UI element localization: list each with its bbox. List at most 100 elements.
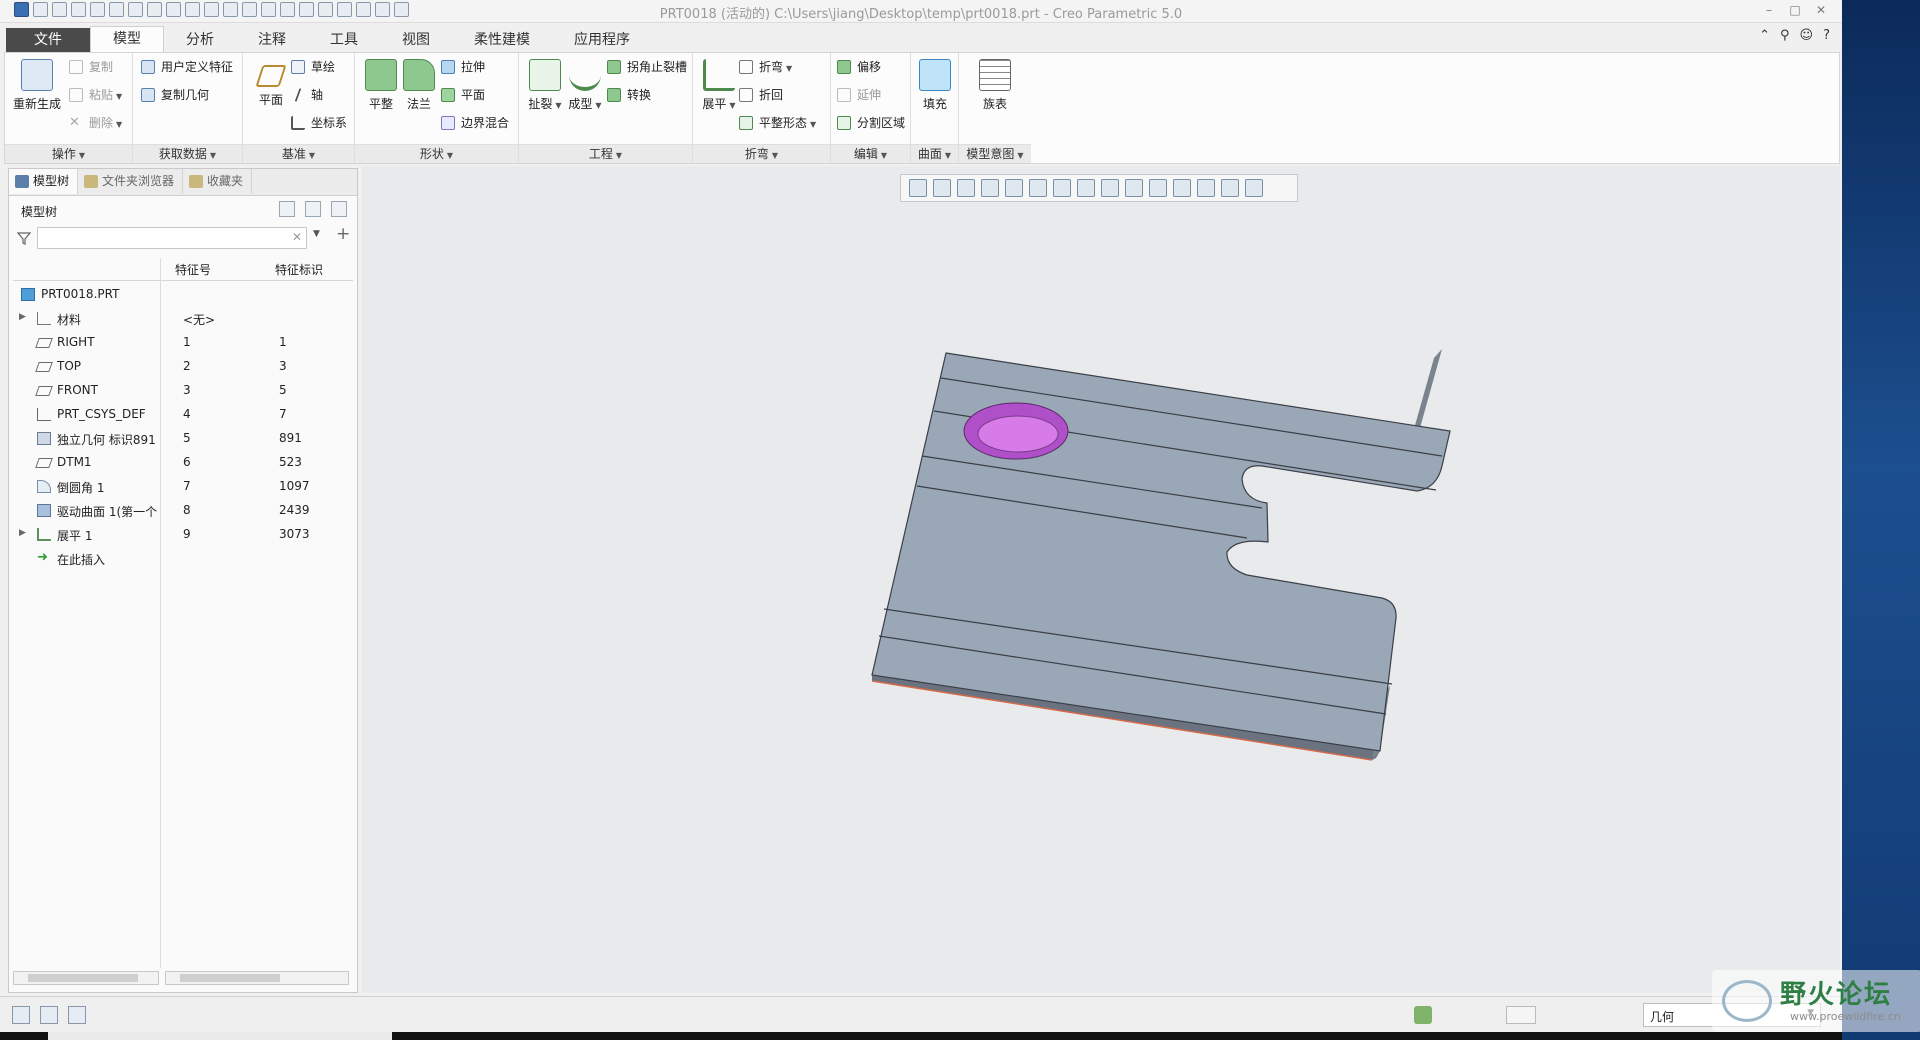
tree-columns-icon[interactable] — [305, 201, 321, 217]
group-engineering-label[interactable]: 工程 ▼ — [519, 144, 692, 163]
tab-annotate[interactable]: 注释 — [236, 28, 308, 52]
tree-row-top[interactable]: TOP 2 3 — [13, 355, 353, 379]
tab-view[interactable]: 视图 — [380, 28, 452, 52]
help-icon[interactable]: ? — [1823, 28, 1830, 43]
tree-row-round[interactable]: 倒圆角 1 7 1097 — [13, 475, 353, 499]
minimize-button[interactable]: – — [1756, 0, 1782, 20]
group-datum-label[interactable]: 基准 ▼ — [243, 144, 354, 163]
fullscreen-icon[interactable] — [68, 1006, 86, 1024]
plane-wall-label: 平面 — [461, 88, 486, 102]
copy-geometry-button[interactable]: 复制几何 — [141, 85, 209, 105]
taskbar-app[interactable] — [48, 1032, 392, 1040]
paste-button[interactable]: 粘贴 ▼ — [69, 85, 122, 105]
tree-row-csys[interactable]: PRT_CSYS_DEF 4 7 — [13, 403, 353, 427]
ribbon-tabs: 文件 模型 分析 注释 工具 视图 柔性建模 应用程序 — [0, 26, 1842, 52]
community-icon[interactable]: ☺ — [1800, 28, 1814, 43]
clear-search-icon[interactable]: ✕ — [292, 230, 302, 244]
sketch-button[interactable]: 草绘 — [291, 57, 335, 77]
expand-icon[interactable]: ▶ — [19, 312, 26, 322]
regenerate-icon — [21, 59, 53, 91]
copy-button[interactable]: 复制 — [69, 57, 113, 77]
search-icon[interactable]: ⚲ — [1780, 28, 1790, 43]
delete-icon: ✕ — [69, 115, 80, 130]
column-feature-number[interactable]: 特征号 — [175, 261, 211, 278]
bend-back-button[interactable]: 折回 — [739, 85, 783, 105]
group-model-intent-label[interactable]: 模型意图 ▼ — [959, 144, 1031, 163]
tab-folder-browser[interactable]: 文件夹浏览器 — [78, 169, 184, 194]
maximize-button[interactable]: □ — [1782, 0, 1808, 20]
unbend-feature-icon — [37, 528, 51, 541]
flat-state-button[interactable]: 平整形态 ▼ — [739, 113, 816, 133]
tree-row-material[interactable]: ▶ 材料 <无> — [13, 307, 353, 331]
group-shapes-label[interactable]: 形状 ▼ — [355, 144, 518, 163]
datum-plane-button[interactable]: 平面 — [249, 59, 293, 108]
search-dropdown-icon[interactable]: ▼ — [313, 229, 320, 239]
group-operations-label[interactable]: 操作 ▼ — [5, 144, 132, 163]
regeneration-status-icon[interactable] — [1414, 1006, 1432, 1024]
extrude-button[interactable]: 拉伸 — [441, 57, 485, 77]
regenerate-button[interactable]: 重新生成 — [9, 59, 65, 112]
tree-scrollbar-right[interactable] — [165, 971, 349, 985]
axis-button[interactable]: 轴 — [291, 85, 323, 105]
group-editing-label[interactable]: 编辑 ▼ — [831, 144, 910, 163]
tree-row-right[interactable]: RIGHT 1 1 — [13, 331, 353, 355]
rip-button[interactable]: 扯裂 ▼ — [523, 59, 567, 112]
expand-icon[interactable]: ▶ — [19, 528, 26, 538]
browser-toggle-icon[interactable] — [40, 1006, 58, 1024]
tree-settings-icon[interactable] — [279, 201, 295, 217]
close-button[interactable]: ✕ — [1808, 0, 1834, 20]
udf-label: 用户定义特征 — [161, 60, 234, 74]
delete-button[interactable]: ✕ 删除 ▼ — [69, 113, 122, 133]
tree-root[interactable]: PRT0018.PRT — [13, 283, 353, 307]
delete-label: 删除 — [89, 116, 114, 130]
tab-model-tree[interactable]: 模型树 — [9, 169, 79, 194]
split-area-button[interactable]: 分割区域 — [837, 113, 905, 133]
flange-button[interactable]: 法兰 — [397, 59, 441, 112]
window-title: PRT0018 (活动的) C:\Users\jiang\Desktop\tem… — [659, 7, 1183, 22]
find-icon[interactable] — [1506, 1006, 1536, 1024]
tree-row-dtm1[interactable]: DTM1 6 523 — [13, 451, 353, 475]
tab-analysis[interactable]: 分析 — [164, 28, 236, 52]
collapse-ribbon-icon[interactable]: ⌃ — [1759, 28, 1770, 43]
udf-button[interactable]: 用户定义特征 — [141, 57, 233, 77]
tab-model[interactable]: 模型 — [90, 26, 164, 52]
tree-row-driving-surface[interactable]: 驱动曲面 1(第一个 8 2439 — [13, 499, 353, 523]
tree-row-front[interactable]: FRONT 3 5 — [13, 379, 353, 403]
tree-row-unbend[interactable]: ▶ 展平 1 9 3073 — [13, 523, 353, 547]
filter-icon[interactable] — [17, 231, 31, 245]
bend-back-label: 折回 — [759, 88, 784, 102]
tab-applications[interactable]: 应用程序 — [552, 28, 652, 52]
tab-favorites[interactable]: 收藏夹 — [183, 169, 253, 194]
family-table-button[interactable]: 族表 — [973, 59, 1017, 112]
navigator-toggle-icon[interactable] — [12, 1006, 30, 1024]
offset-button[interactable]: 偏移 — [837, 57, 881, 77]
tab-file[interactable]: 文件 — [6, 28, 90, 52]
extrude-label: 拉伸 — [461, 60, 486, 74]
bend-button[interactable]: 折弯 ▼ — [739, 57, 792, 77]
group-get-data-label[interactable]: 获取数据 ▼ — [133, 144, 242, 163]
add-filter-icon[interactable]: + — [336, 224, 350, 244]
graphics-window[interactable] — [362, 166, 1840, 993]
group-surfaces-label[interactable]: 曲面 ▼ — [911, 144, 958, 163]
tab-flexible-modeling[interactable]: 柔性建模 — [452, 28, 552, 52]
tree-scrollbar-left[interactable] — [13, 971, 159, 985]
corner-relief-button[interactable]: 拐角止裂槽 — [607, 57, 687, 77]
column-feature-id[interactable]: 特征标识 — [275, 261, 323, 278]
tree-row-insert-here[interactable]: ➜ 在此插入 — [13, 547, 353, 571]
copy-geometry-icon — [141, 88, 155, 102]
tree-search-input[interactable]: ✕ — [37, 227, 307, 249]
plane-wall-button[interactable]: 平面 — [441, 85, 485, 105]
tab-tools[interactable]: 工具 — [308, 28, 380, 52]
convert-button[interactable]: 转换 — [607, 85, 651, 105]
csys-button[interactable]: 坐标系 — [291, 113, 347, 133]
group-bends-label[interactable]: 折弯 ▼ — [693, 144, 830, 163]
tree-display-icon[interactable] — [331, 201, 347, 217]
boundary-blend-button[interactable]: 边界混合 — [441, 113, 509, 133]
unbend-button[interactable]: 展平 ▼ — [697, 59, 741, 112]
extend-button[interactable]: 延伸 — [837, 85, 881, 105]
fill-button[interactable]: 填充 — [913, 59, 957, 112]
split-area-icon — [837, 116, 851, 130]
sheetmetal-part-model[interactable] — [362, 166, 1840, 993]
tree-row-independent-geometry[interactable]: 独立几何 标识891 5 891 — [13, 427, 353, 451]
form-button[interactable]: 成型 ▼ — [563, 59, 607, 112]
